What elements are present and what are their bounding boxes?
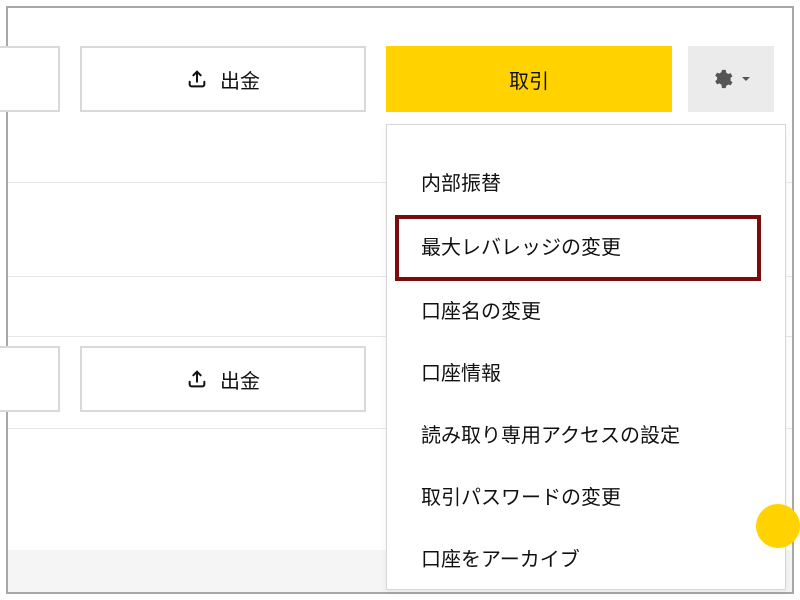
- withdraw-icon: [186, 368, 208, 390]
- gear-icon: [711, 68, 733, 90]
- partial-floating-button[interactable]: [756, 504, 800, 548]
- dd-item-label: 内部振替: [421, 173, 501, 195]
- dd-item-readonly-access[interactable]: 読み取り専用アクセスの設定: [387, 405, 785, 467]
- dropdown-list: 内部振替 最大レバレッジの変更 口座名の変更 口座情報 読み取り専用アクセスの設…: [387, 125, 785, 590]
- withdraw-button-label: 出金: [220, 65, 260, 94]
- dd-item-label: 最大レバレッジの変更: [421, 237, 621, 259]
- dd-item-label: 口座情報: [421, 363, 501, 385]
- withdraw-icon: [186, 68, 208, 90]
- withdraw-button-2[interactable]: 出金: [80, 346, 366, 412]
- dd-item-label: 読み取り専用アクセスの設定: [421, 425, 680, 447]
- dd-item-account-info[interactable]: 口座情報: [387, 343, 785, 405]
- dd-item-label: 口座をアーカイブ: [421, 549, 580, 571]
- settings-dropdown: 内部振替 最大レバレッジの変更 口座名の変更 口座情報 読み取り専用アクセスの設…: [386, 124, 786, 590]
- caret-down-icon: [741, 74, 751, 84]
- partial-button-left-1[interactable]: [0, 46, 60, 112]
- dd-item-change-account-name[interactable]: 口座名の変更: [387, 281, 785, 343]
- dd-item-change-trade-password[interactable]: 取引パスワードの変更: [387, 467, 785, 529]
- withdraw-button-label: 出金: [220, 365, 260, 394]
- dd-item-label: 口座名の変更: [421, 301, 541, 323]
- dd-item-internal-transfer[interactable]: 内部振替: [387, 153, 785, 215]
- app-frame: 出金 取引 出金 内部振替 最大レバレッジの変更 口座名の変更 口座情報 読み取…: [6, 6, 794, 594]
- trade-button[interactable]: 取引: [386, 46, 672, 112]
- withdraw-button-1[interactable]: 出金: [80, 46, 366, 112]
- trade-button-label: 取引: [509, 65, 549, 94]
- dd-item-label: 取引パスワードの変更: [421, 487, 621, 509]
- settings-button[interactable]: [688, 46, 774, 112]
- dd-item-change-max-leverage[interactable]: 最大レバレッジの変更: [387, 215, 785, 281]
- partial-button-left-2[interactable]: [0, 346, 60, 412]
- dd-item-archive-account[interactable]: 口座をアーカイブ: [387, 529, 785, 590]
